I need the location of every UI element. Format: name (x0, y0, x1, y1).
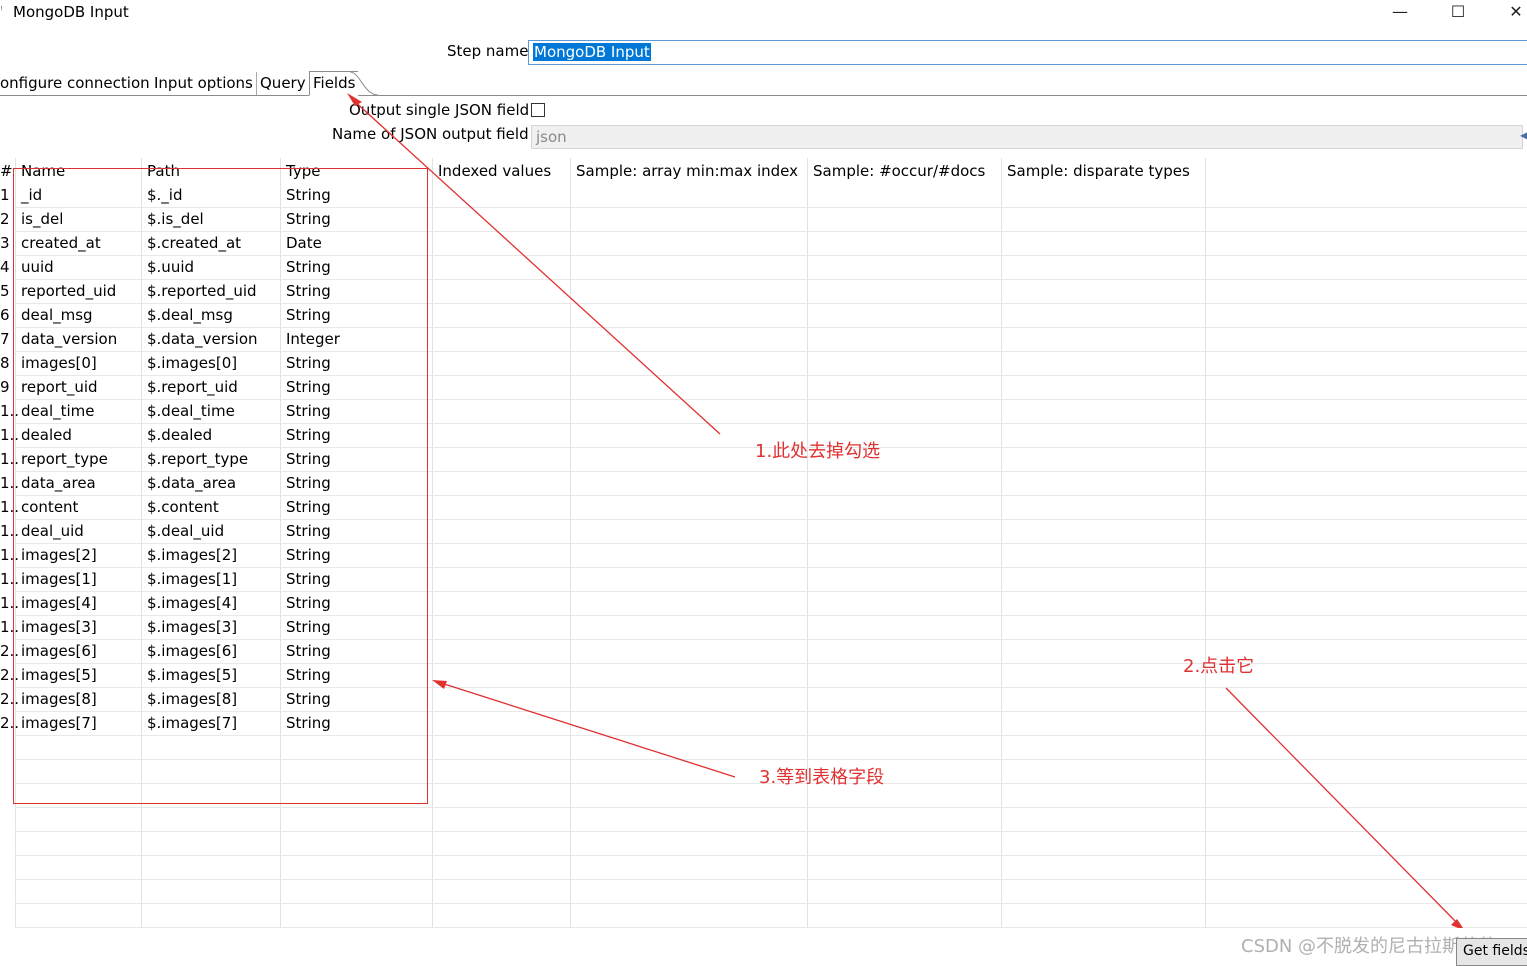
annotation-wait: 3.等到表格字段 (759, 767, 885, 788)
annotation-arrows (347, 93, 1465, 931)
annotation-uncheck: 1.此处去掉勾选 (755, 441, 881, 462)
get-fields-button[interactable]: Get fields (1456, 938, 1527, 966)
annotation-click: 2.点击它 (1183, 656, 1255, 677)
